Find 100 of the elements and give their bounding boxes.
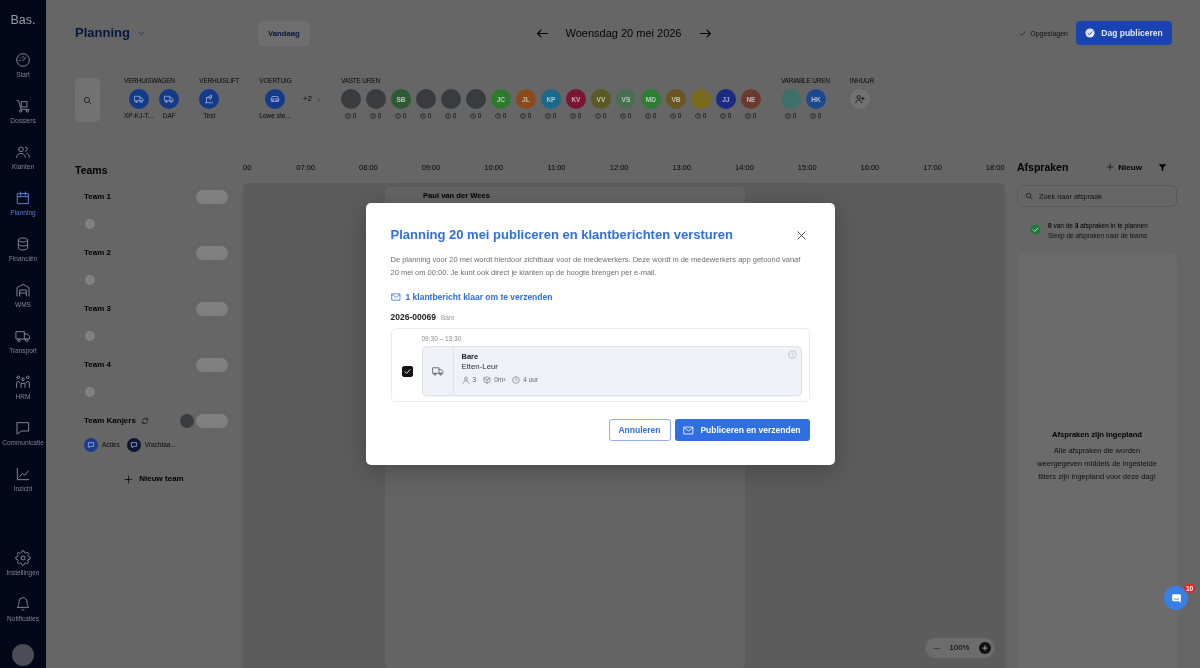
search-icon bbox=[83, 95, 92, 105]
clock-icon bbox=[470, 113, 477, 119]
member-pill[interactable] bbox=[196, 358, 228, 372]
avatar-photo-placeholder[interactable] bbox=[415, 89, 436, 109]
chat-icon[interactable] bbox=[126, 438, 141, 452]
team-name: Team 2 bbox=[84, 247, 111, 259]
arrow-left-icon[interactable] bbox=[535, 26, 549, 40]
mail-icon bbox=[683, 424, 695, 436]
cube-icon bbox=[483, 375, 492, 384]
clock-icon bbox=[520, 113, 527, 119]
clock-icon bbox=[570, 113, 577, 119]
employee-avatar[interactable] bbox=[780, 89, 801, 109]
team-name: Team Kanjers bbox=[84, 415, 136, 427]
coin-stack-icon bbox=[15, 236, 31, 252]
member-pill[interactable] bbox=[196, 302, 228, 316]
mail-icon bbox=[390, 292, 401, 302]
line-chart-icon bbox=[15, 466, 31, 482]
clock-icon bbox=[370, 113, 377, 119]
clock-icon bbox=[720, 113, 727, 119]
people-group-icon bbox=[15, 374, 31, 390]
vehicle-button[interactable] bbox=[265, 89, 286, 109]
vehicle-button[interactable] bbox=[159, 89, 180, 109]
logo[interactable]: Bas. bbox=[10, 13, 36, 28]
chevron-right-icon[interactable] bbox=[315, 96, 321, 102]
chat-icon[interactable] bbox=[84, 438, 98, 452]
cart-icon bbox=[15, 98, 31, 114]
caret-icon[interactable] bbox=[137, 29, 145, 37]
clock-icon bbox=[620, 113, 627, 119]
truck-icon bbox=[431, 365, 444, 377]
chat-bubble-icon bbox=[1170, 592, 1182, 604]
clock-icon bbox=[785, 113, 792, 119]
person-icon bbox=[461, 375, 470, 384]
vehicle-button[interactable] bbox=[199, 89, 220, 109]
clock-icon bbox=[420, 113, 427, 119]
vehicle-button[interactable] bbox=[128, 89, 149, 109]
clock-icon bbox=[395, 113, 402, 119]
clock-icon bbox=[595, 113, 602, 119]
plus-icon[interactable] bbox=[979, 642, 991, 654]
search-button[interactable] bbox=[75, 78, 100, 122]
member-pill[interactable] bbox=[196, 414, 228, 428]
truck-icon bbox=[133, 94, 144, 104]
help-icon[interactable] bbox=[787, 350, 797, 359]
empty-slot-icon bbox=[85, 331, 95, 341]
warehouse-icon bbox=[15, 282, 31, 298]
member-pill[interactable] bbox=[196, 190, 228, 204]
close-icon[interactable] bbox=[795, 229, 807, 241]
section-title: Teams bbox=[75, 163, 109, 178]
truck-icon bbox=[15, 328, 31, 344]
messages-link[interactable]: 1 klantbericht klaar om te verzenden bbox=[390, 291, 553, 303]
avatar-photo-placeholder[interactable] bbox=[365, 89, 386, 109]
clock-icon bbox=[810, 113, 817, 119]
section-title: Afspraken bbox=[1017, 160, 1069, 175]
user-avatar[interactable] bbox=[12, 644, 34, 666]
clock-icon bbox=[545, 113, 552, 119]
member-pill[interactable] bbox=[196, 246, 228, 260]
cancel-button[interactable]: Annuleren bbox=[608, 419, 671, 441]
car-icon bbox=[270, 94, 281, 104]
search-icon bbox=[1025, 192, 1033, 200]
avatar-photo-placeholder bbox=[180, 414, 194, 428]
check-circle-icon bbox=[1085, 28, 1096, 38]
add-person-button[interactable] bbox=[849, 89, 870, 109]
confirm-button[interactable]: Publiceren en verzenden bbox=[674, 419, 810, 441]
clock-icon bbox=[495, 113, 502, 119]
order-number: 2026-00069 bbox=[390, 311, 436, 323]
plus-icon bbox=[124, 474, 134, 484]
team-name: Team 3 bbox=[84, 303, 111, 315]
employee-avatar[interactable] bbox=[690, 89, 711, 109]
checkmark-icon bbox=[403, 367, 411, 375]
team-name: Team 1 bbox=[84, 191, 111, 203]
avatar-photo-placeholder[interactable] bbox=[440, 89, 461, 109]
calendar-icon bbox=[15, 190, 31, 206]
people-icon bbox=[15, 144, 31, 160]
sync-icon bbox=[140, 417, 149, 425]
crane-icon bbox=[204, 94, 215, 104]
publish-button[interactable]: Dag publiceren bbox=[1076, 21, 1172, 45]
gauge-icon bbox=[15, 52, 31, 68]
clock-icon bbox=[645, 113, 652, 119]
settings-icon bbox=[15, 550, 31, 566]
add-user-icon bbox=[854, 94, 865, 104]
avatar-photo-placeholder[interactable] bbox=[465, 89, 486, 109]
new-appointment-button[interactable]: Nieuw bbox=[1106, 161, 1142, 173]
more-count[interactable]: +2 bbox=[302, 89, 312, 109]
date-text: Woensdag 20 mei 2026 bbox=[565, 26, 682, 40]
new-team-button[interactable]: Nieuw team bbox=[124, 473, 184, 485]
chat-button[interactable] bbox=[1164, 586, 1188, 610]
dialog-title: Planning 20 mei publiceren en klantberichten versturen bbox=[390, 227, 733, 243]
truck-icon bbox=[164, 94, 175, 104]
empty-slot-icon bbox=[85, 219, 95, 229]
clock-icon bbox=[670, 113, 677, 119]
clock-icon bbox=[445, 113, 452, 119]
filter-icon[interactable] bbox=[1158, 162, 1167, 172]
checkbox[interactable] bbox=[401, 365, 413, 377]
arrow-right-icon[interactable] bbox=[698, 26, 712, 40]
clock-icon bbox=[512, 375, 521, 384]
bell-icon bbox=[15, 596, 31, 612]
avatar-photo-placeholder[interactable] bbox=[340, 89, 361, 109]
check-icon bbox=[1019, 29, 1027, 37]
check-circle-icon bbox=[1030, 224, 1041, 235]
clock-icon bbox=[695, 113, 702, 119]
plus-icon bbox=[1106, 163, 1115, 171]
